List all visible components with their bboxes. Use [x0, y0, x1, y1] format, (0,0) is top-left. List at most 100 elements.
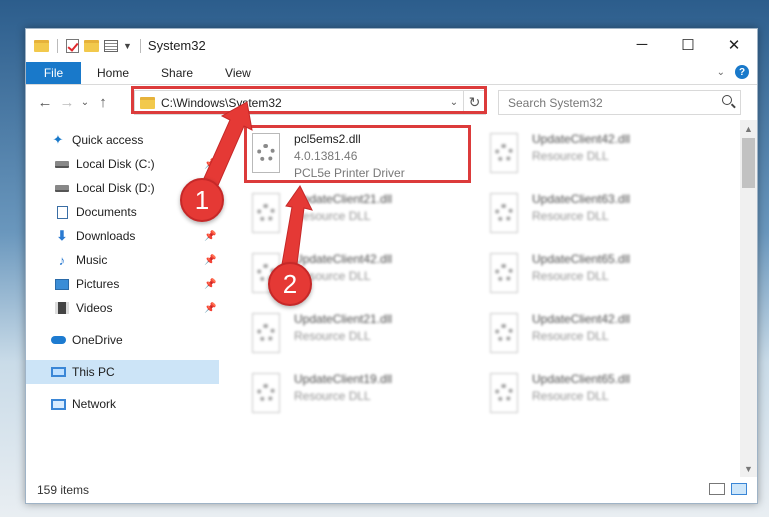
nav-item-videos[interactable]: Videos 📌: [26, 296, 219, 320]
window-controls: ─ ☐ ✕: [619, 29, 757, 60]
nav-item-label: Music: [76, 253, 108, 267]
properties-check-icon[interactable]: [66, 38, 79, 53]
file-type: Resource DLL: [532, 389, 609, 403]
pictures-icon: [54, 277, 70, 291]
tab-view[interactable]: View: [209, 62, 267, 84]
file-tile[interactable]: UpdateClient65.dll Resource DLL: [488, 251, 713, 307]
file-tile[interactable]: UpdateClient21.dll Resource DLL: [250, 191, 475, 247]
file-name: UpdateClient19.dll: [294, 372, 393, 386]
file-type: Resource DLL: [294, 209, 371, 223]
maximize-button[interactable]: ☐: [665, 29, 711, 60]
vertical-scrollbar[interactable]: ▲ ▼: [740, 120, 757, 477]
pin-icon: 📌: [204, 278, 217, 290]
file-name: UpdateClient63.dll: [532, 192, 631, 206]
file-name: UpdateClient65.dll: [532, 252, 631, 266]
nav-item-label: Pictures: [76, 277, 120, 291]
dll-file-icon: [488, 373, 522, 415]
scroll-up-button[interactable]: ▲: [740, 120, 757, 137]
nav-item-onedrive[interactable]: OneDrive: [26, 328, 219, 352]
file-tile[interactable]: UpdateClient42.dll Resource DLL: [488, 311, 713, 367]
search-icon[interactable]: [722, 95, 732, 105]
step-2-badge: 2: [268, 262, 312, 306]
nav-item-label: Local Disk (D:): [76, 181, 155, 195]
details-view-icon[interactable]: [709, 483, 725, 495]
tiles-view-icon[interactable]: [731, 483, 747, 495]
pin-icon: 📌: [204, 302, 217, 314]
star-icon: ✦: [52, 132, 64, 147]
help-icon[interactable]: ?: [735, 65, 749, 79]
nav-item-local-disk-c[interactable]: Local Disk (C:) 📌: [26, 152, 219, 176]
dll-file-icon: [488, 133, 522, 175]
dll-file-icon: [488, 313, 522, 355]
tab-home[interactable]: Home: [81, 62, 145, 84]
nav-item-label: Quick access: [72, 133, 144, 147]
file-tile[interactable]: UpdateClient63.dll Resource DLL: [488, 191, 713, 247]
nav-item-label: Documents: [76, 205, 137, 219]
file-name: UpdateClient42.dll: [294, 252, 393, 266]
quick-access-toolbar: ▼: [34, 38, 144, 53]
step-1-badge: 1: [180, 178, 224, 222]
nav-item-music[interactable]: ♪ Music 📌: [26, 248, 219, 272]
search-placeholder: Search System32: [508, 95, 603, 110]
nav-item-downloads[interactable]: ⬇ Downloads 📌: [26, 224, 219, 248]
file-type: Resource DLL: [294, 389, 371, 403]
dll-file-icon: [250, 373, 284, 415]
nav-item-quick-access[interactable]: ✦ Quick access: [26, 128, 219, 152]
dll-file-icon: [488, 253, 522, 295]
file-tile[interactable]: UpdateClient19.dll Resource DLL: [250, 371, 475, 427]
music-icon: ♪: [58, 252, 66, 268]
view-options-icon[interactable]: [104, 39, 118, 52]
item-count: 159 items: [37, 483, 90, 497]
file-tile[interactable]: UpdateClient21.dll Resource DLL: [250, 311, 475, 367]
file-type: Resource DLL: [532, 269, 609, 283]
dll-file-icon: [250, 193, 284, 235]
window-title: System32: [147, 38, 206, 53]
nav-item-pictures[interactable]: Pictures 📌: [26, 272, 219, 296]
file-name: UpdateClient21.dll: [294, 192, 393, 206]
pin-icon: 📌: [204, 254, 217, 266]
new-folder-icon[interactable]: [84, 39, 99, 52]
folder-icon[interactable]: [34, 39, 49, 52]
dll-file-icon: [488, 193, 522, 235]
customize-toolbar-dropdown[interactable]: ▼: [123, 41, 132, 51]
this-pc-icon: [50, 365, 66, 379]
scroll-down-button[interactable]: ▼: [740, 460, 757, 477]
file-type: Resource DLL: [294, 329, 371, 343]
file-type: Resource DLL: [532, 209, 609, 223]
pin-icon: 📌: [204, 230, 217, 242]
up-button[interactable]: ↑: [92, 94, 114, 111]
title-bar: ▼ System32 ─ ☐ ✕: [26, 29, 757, 62]
pin-icon: 📌: [204, 158, 217, 170]
file-tile[interactable]: UpdateClient65.dll Resource DLL: [488, 371, 713, 427]
nav-item-label: Local Disk (C:): [76, 157, 155, 171]
navigation-pane: ✦ Quick access Local Disk (C:) 📌 Local D…: [26, 120, 219, 470]
separator: [57, 38, 58, 53]
address-highlight-box: [131, 86, 487, 114]
close-button[interactable]: ✕: [711, 29, 757, 60]
forward-button[interactable]: →: [56, 94, 78, 111]
expand-ribbon-icon[interactable]: ⌄: [717, 67, 725, 78]
drive-icon: [54, 157, 70, 171]
file-name: UpdateClient42.dll: [532, 312, 631, 326]
status-bar: 159 items: [26, 477, 757, 503]
minimize-button[interactable]: ─: [619, 29, 665, 60]
nav-item-label: Videos: [76, 301, 113, 315]
nav-item-label: OneDrive: [72, 333, 123, 347]
recent-locations-dropdown[interactable]: ⌄: [78, 97, 92, 108]
file-type: Resource DLL: [532, 149, 609, 163]
nav-item-network[interactable]: Network: [26, 392, 219, 416]
nav-item-label: Network: [72, 397, 117, 411]
tab-file[interactable]: File: [26, 62, 81, 84]
file-tile[interactable]: UpdateClient42.dll Resource DLL: [488, 131, 713, 187]
file-highlight-box: [244, 125, 471, 183]
separator: [139, 38, 141, 53]
search-box[interactable]: Search System32: [498, 90, 741, 115]
back-button[interactable]: ←: [34, 94, 56, 111]
tab-share[interactable]: Share: [145, 62, 209, 84]
drive-icon: [54, 181, 70, 195]
download-icon: ⬇: [56, 228, 68, 243]
file-name: UpdateClient42.dll: [532, 132, 631, 146]
scroll-thumb[interactable]: [742, 138, 755, 188]
nav-item-this-pc[interactable]: This PC: [26, 360, 219, 384]
nav-item-label: This PC: [72, 365, 115, 379]
